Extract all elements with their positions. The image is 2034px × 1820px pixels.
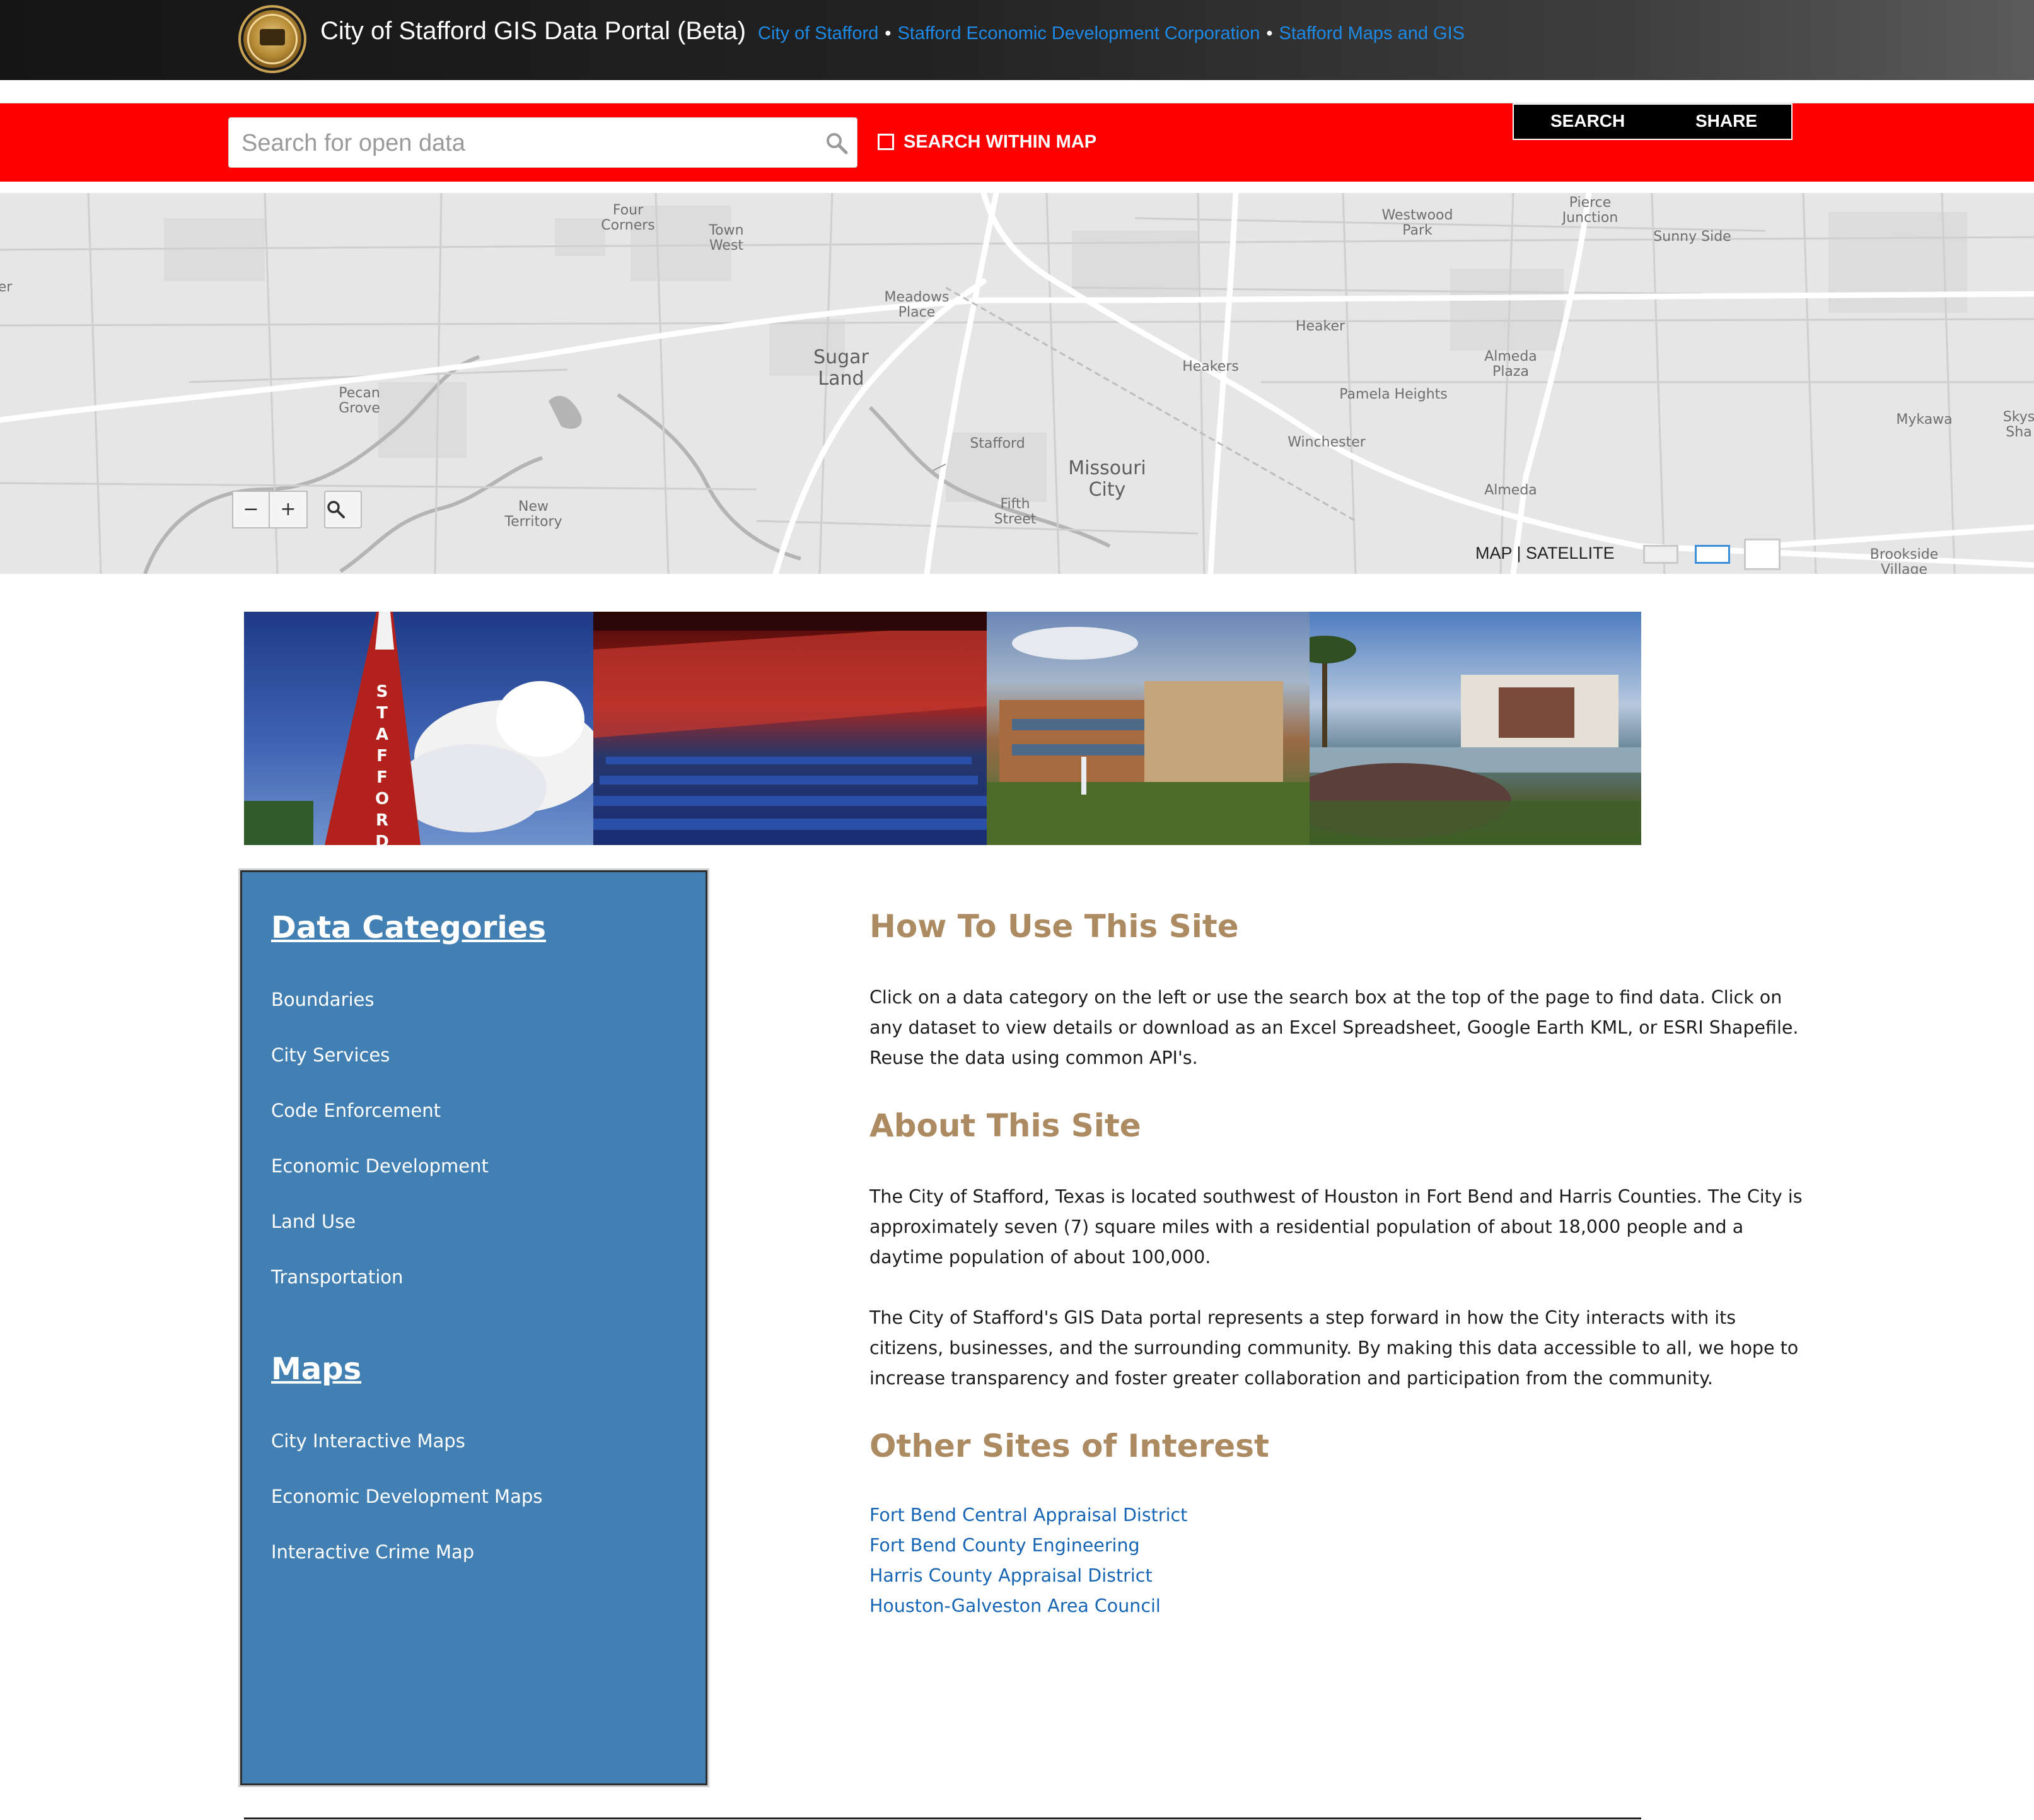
sidebar-item-code-enforcement[interactable]: Code Enforcement: [271, 1100, 441, 1121]
map-label: Heaker: [1295, 318, 1345, 334]
header-link-separator: •: [885, 23, 892, 44]
sidebar-item-city-services[interactable]: City Services: [271, 1044, 390, 1066]
share-button[interactable]: SHARE: [1695, 111, 1757, 131]
map-label: Almeda Plaza: [1484, 349, 1537, 380]
zoom-out-button[interactable]: −: [232, 491, 270, 528]
basemap-thumb-light[interactable]: [1643, 545, 1678, 564]
sidebar-item-economic-development[interactable]: Economic Development: [271, 1155, 489, 1177]
link-fort-bend-cad[interactable]: Fort Bend Central Appraisal District: [869, 1505, 1187, 1525]
magnifier-icon: [327, 501, 345, 518]
map-label: Stafford: [970, 436, 1025, 452]
map-label: er: [0, 279, 13, 295]
map-label: Winchester: [1287, 435, 1366, 450]
map-view[interactable]: Four Corners Town West Meadows Place Sug…: [0, 193, 2034, 574]
map-label: Skys Sha: [2002, 409, 2034, 440]
basemap-thumb-large[interactable]: [1744, 539, 1781, 570]
how-to-use-text: Click on a data category on the left or …: [869, 987, 1799, 1068]
search-icon[interactable]: [824, 131, 849, 156]
map-label: Heakers: [1182, 359, 1239, 375]
how-to-use-heading: How To Use This Site: [869, 908, 1239, 945]
link-harris-cad[interactable]: Harris County Appraisal District: [869, 1565, 1153, 1586]
link-fort-bend-engineering[interactable]: Fort Bend County Engineering: [869, 1535, 1140, 1556]
sidebar-item-boundaries[interactable]: Boundaries: [271, 989, 375, 1010]
search-within-map-label[interactable]: SEARCH WITHIN MAP: [904, 132, 1096, 153]
banner-image: STAFFORD: [244, 612, 1641, 845]
sidebar-item-economic-development-maps[interactable]: Economic Development Maps: [271, 1486, 542, 1507]
sidebar-item-city-interactive-maps[interactable]: City Interactive Maps: [271, 1430, 465, 1452]
map-label: Brookside Village: [1869, 547, 1939, 575]
search-button[interactable]: SEARCH: [1550, 111, 1625, 131]
about-text-1: The City of Stafford, Texas is located s…: [869, 1186, 1803, 1268]
map-label: Four Corners: [601, 202, 655, 233]
zoom-controls: − +: [232, 491, 308, 528]
city-seal-icon[interactable]: [238, 5, 306, 73]
map-label: New Territory: [504, 499, 562, 530]
about-text-2: The City of Stafford's GIS Data portal r…: [869, 1307, 1799, 1389]
map-label: Meadows Place: [884, 289, 950, 320]
header-link-sedc[interactable]: Stafford Economic Development Corporatio…: [897, 23, 1260, 44]
link-hgac[interactable]: Houston-Galveston Area Council: [869, 1595, 1161, 1616]
map-label: Fifth Street: [994, 496, 1037, 527]
map-label: Town West: [709, 223, 744, 254]
banner-photo-waterfront: [1310, 612, 1641, 845]
about-heading: About This Site: [869, 1107, 1141, 1144]
sidebar: Data Categories Boundaries City Services…: [240, 870, 707, 1785]
site-title[interactable]: City of Stafford GIS Data Portal (Beta): [320, 17, 746, 45]
banner-photo-theater: [593, 612, 987, 845]
map-label: Mykawa: [1896, 412, 1953, 428]
map-label: Pecan Grove: [339, 385, 380, 416]
basemap-thumb-selected[interactable]: [1695, 545, 1730, 564]
search-share-toolbar: SEARCH SHARE: [1513, 103, 1793, 140]
map-label: Almeda: [1484, 482, 1537, 498]
banner-photo-tower: STAFFORD: [244, 612, 593, 845]
search-input[interactable]: [240, 118, 810, 168]
header-link-city[interactable]: City of Stafford: [758, 23, 878, 44]
header-link-separator: •: [1266, 23, 1273, 44]
map-label: Pamela Heights: [1339, 387, 1448, 402]
map-label: Sugar Land: [813, 346, 869, 390]
maps-heading[interactable]: Maps: [271, 1351, 361, 1387]
other-sites-heading: Other Sites of Interest: [869, 1428, 1269, 1464]
zoom-in-button[interactable]: +: [270, 491, 308, 528]
sidebar-item-transportation[interactable]: Transportation: [271, 1266, 403, 1288]
header-divider: [0, 80, 2034, 104]
header-link-maps-gis[interactable]: Stafford Maps and GIS: [1279, 23, 1465, 44]
map-satellite-toggle[interactable]: MAP | SATELLITE: [1475, 544, 1615, 563]
header-links: City of Stafford • Stafford Economic Devel…: [758, 23, 1465, 44]
tower-text: STAFFORD: [375, 682, 390, 845]
map-label: Missouri City: [1068, 457, 1146, 501]
footer-divider: [244, 1817, 1641, 1819]
sidebar-item-interactive-crime-map[interactable]: Interactive Crime Map: [271, 1541, 474, 1563]
banner-photo-civic-center: [987, 612, 1310, 845]
search-within-map-checkbox[interactable]: [878, 134, 894, 150]
map-search-button[interactable]: [324, 491, 362, 528]
sidebar-item-land-use[interactable]: Land Use: [271, 1211, 356, 1232]
map-label: Sunny Side: [1653, 229, 1731, 245]
data-categories-heading[interactable]: Data Categories: [271, 910, 546, 945]
map-label: Pierce Junction: [1562, 195, 1618, 226]
search-box: [228, 117, 857, 168]
map-label: Westwood Park: [1381, 207, 1453, 238]
